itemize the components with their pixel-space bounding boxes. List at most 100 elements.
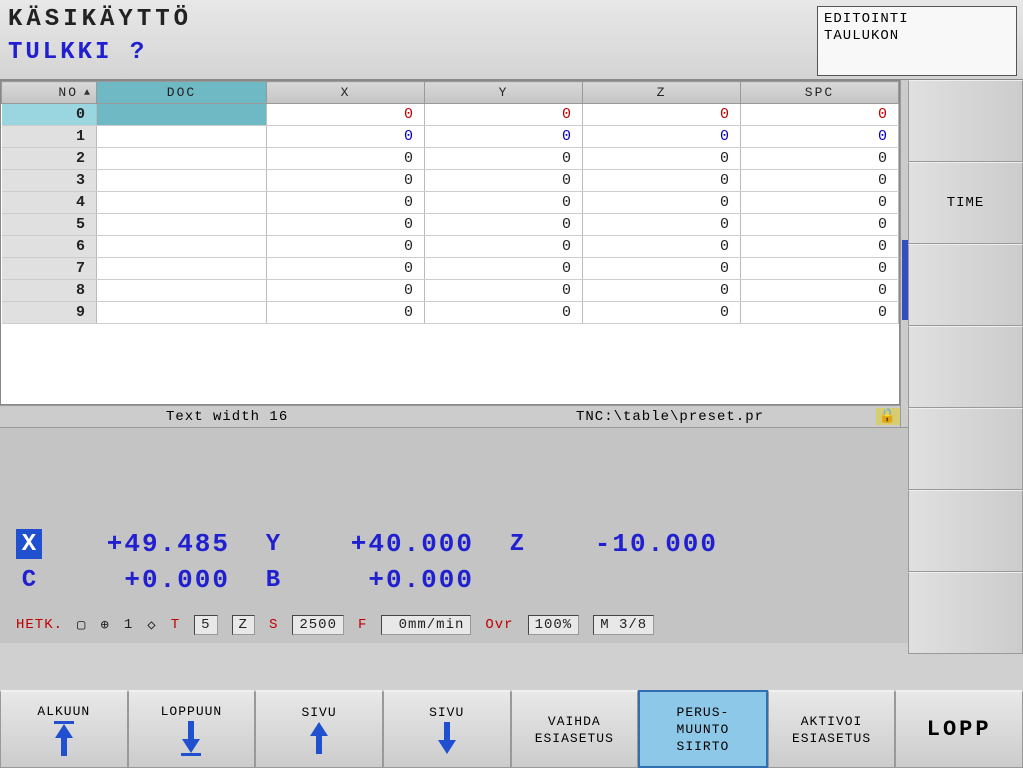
axis-label: Z: [504, 529, 530, 559]
cell-doc: [97, 236, 267, 258]
col-x[interactable]: X: [267, 82, 425, 104]
axis-c: C+0.000: [16, 565, 230, 595]
table-row[interactable]: 50000: [2, 214, 899, 236]
table-row[interactable]: 10000: [2, 126, 899, 148]
t-label: T: [171, 617, 180, 633]
softkey-page-down[interactable]: SIVU: [383, 690, 511, 768]
axis-label: Y: [260, 529, 286, 559]
table-row[interactable]: 30000: [2, 170, 899, 192]
axis-value: +49.485: [50, 529, 230, 559]
table-row[interactable]: 20000: [2, 148, 899, 170]
vertical-scrollbar[interactable]: [900, 80, 908, 427]
sort-asc-icon: ▲: [84, 88, 92, 99]
cell-spc: 0: [741, 258, 899, 280]
cell-no: 4: [2, 192, 97, 214]
cell-y: 0: [425, 280, 583, 302]
table-row[interactable]: 70000: [2, 258, 899, 280]
cell-no: 1: [2, 126, 97, 148]
col-doc[interactable]: DOC: [97, 82, 267, 104]
datum-number: 1: [124, 617, 133, 633]
softkey-page-up[interactable]: SIVU: [255, 690, 383, 768]
s-value: 2500: [292, 615, 344, 635]
cell-no: 2: [2, 148, 97, 170]
mode-title: KÄSIKÄYTTÖ: [8, 6, 192, 33]
softkey-change-preset[interactable]: VAIHDA ESIASETUS: [511, 690, 639, 768]
cell-spc: 0: [741, 104, 899, 126]
z-char: Z: [232, 615, 255, 635]
preset-table[interactable]: NO▲ DOC X Y Z SPC 0000010000200003000040…: [0, 80, 900, 405]
side-empty-2[interactable]: [908, 244, 1023, 326]
cell-y: 0: [425, 214, 583, 236]
table-row[interactable]: 40000: [2, 192, 899, 214]
cell-x: 0: [267, 126, 425, 148]
edit-line1: EDITOINTI: [824, 11, 1010, 28]
status-file-path: TNC:\table\preset.pr: [576, 409, 876, 425]
cell-z: 0: [583, 104, 741, 126]
table-empty-area: [1, 324, 899, 404]
cell-z: 0: [583, 170, 741, 192]
cell-spc: 0: [741, 170, 899, 192]
cell-doc: [97, 192, 267, 214]
table-row[interactable]: 60000: [2, 236, 899, 258]
input-prompt[interactable]: TULKKI ?: [8, 39, 192, 66]
cell-x: 0: [267, 258, 425, 280]
cell-y: 0: [425, 236, 583, 258]
cell-x: 0: [267, 236, 425, 258]
cell-x: 0: [267, 280, 425, 302]
col-no[interactable]: NO▲: [2, 82, 97, 104]
hetk-label: HETK.: [16, 617, 63, 633]
side-time-button[interactable]: TIME: [908, 162, 1023, 244]
col-y[interactable]: Y: [425, 82, 583, 104]
f-value: 0mm/min: [381, 615, 471, 635]
cell-spc: 0: [741, 192, 899, 214]
cell-doc: [97, 214, 267, 236]
table-row[interactable]: 80000: [2, 280, 899, 302]
cell-doc: [97, 302, 267, 324]
cell-z: 0: [583, 236, 741, 258]
cell-x: 0: [267, 170, 425, 192]
cell-no: 5: [2, 214, 97, 236]
cell-z: 0: [583, 192, 741, 214]
ovr-value: 100%: [528, 615, 580, 635]
cell-x: 0: [267, 192, 425, 214]
cell-spc: 0: [741, 148, 899, 170]
cell-y: 0: [425, 170, 583, 192]
axis-value: +40.000: [294, 529, 474, 559]
table-row[interactable]: 90000: [2, 302, 899, 324]
axis-z: Z-10.000: [504, 529, 718, 559]
t-value: 5: [194, 615, 217, 635]
softkey-end[interactable]: LOPPUUN: [128, 690, 256, 768]
table-row[interactable]: 00000: [2, 104, 899, 126]
cell-no: 7: [2, 258, 97, 280]
side-empty-4[interactable]: [908, 408, 1023, 490]
col-z[interactable]: Z: [583, 82, 741, 104]
status-text-width: Text width 16: [160, 409, 576, 425]
side-empty-5[interactable]: [908, 490, 1023, 572]
message-panel: [0, 427, 908, 517]
cell-z: 0: [583, 126, 741, 148]
softkey-activate-preset[interactable]: AKTIVOI ESIASETUS: [768, 690, 896, 768]
cell-z: 0: [583, 148, 741, 170]
cell-spc: 0: [741, 280, 899, 302]
axis-value: +0.000: [294, 565, 474, 595]
col-spc[interactable]: SPC: [741, 82, 899, 104]
edit-line2: TAULUKON: [824, 28, 1010, 45]
cell-z: 0: [583, 214, 741, 236]
cell-z: 0: [583, 302, 741, 324]
softkey-begin[interactable]: ALKUUN: [0, 690, 128, 768]
softkey-end-lopp[interactable]: LOPP: [895, 690, 1023, 768]
cell-spc: 0: [741, 302, 899, 324]
side-empty-1[interactable]: [908, 80, 1023, 162]
side-empty-6[interactable]: [908, 572, 1023, 654]
cell-no: 3: [2, 170, 97, 192]
f-label: F: [358, 617, 367, 633]
cell-x: 0: [267, 302, 425, 324]
table-status-bar: Text width 16 TNC:\table\preset.pr 🔒: [0, 405, 900, 427]
lock-icon: 🔒: [876, 408, 900, 425]
position-display: X+49.485Y+40.000Z-10.000C+0.000B+0.000: [0, 517, 908, 607]
side-empty-3[interactable]: [908, 326, 1023, 408]
cell-y: 0: [425, 302, 583, 324]
cell-doc: [97, 170, 267, 192]
cell-spc: 0: [741, 236, 899, 258]
softkey-basic-transform[interactable]: PERUS- MUUNTO SIIRTO: [638, 690, 768, 768]
